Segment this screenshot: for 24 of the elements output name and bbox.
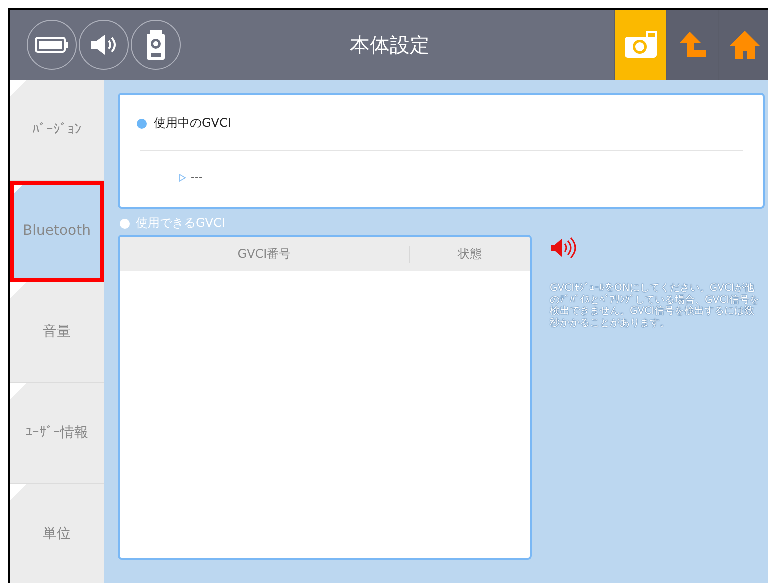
speaker-icon[interactable] (79, 20, 129, 70)
camera-icon (624, 31, 658, 59)
home-button[interactable] (718, 10, 768, 80)
sidebar-tab[interactable]: 単位 (10, 484, 104, 583)
triangle-icon (179, 174, 186, 182)
device-icon[interactable] (131, 20, 181, 70)
column-header: GVCI番号 (120, 246, 410, 262)
up-arrow-icon (678, 31, 708, 59)
gvci-value: --- (191, 171, 203, 184)
screen-title: 本体設定 (349, 32, 431, 58)
bullet-icon (120, 218, 130, 228)
home-icon (728, 30, 760, 60)
sidebar-tab[interactable]: ﾕｰｻﾞｰ情報 (10, 383, 104, 484)
bullet-icon (137, 118, 147, 128)
sidebar-tab[interactable]: 音量 (10, 282, 104, 383)
notice-text: GVCIﾓｼﾞｭｰﾙをONにしてください。GVCIが他のﾃﾞﾊﾞｲｽとﾍﾟｱﾘﾝｸﾞしている場合、GVCI信号を検出できません。GVCI信号を検出するには数秒かかることがあります。 (550, 283, 760, 329)
speaker-icon (550, 237, 578, 259)
back-button[interactable] (666, 10, 718, 80)
section-heading: 使用できるGVCI (136, 215, 226, 232)
section-heading: 使用中のGVCI (154, 115, 232, 132)
sidebar-tab[interactable]: Bluetooth (10, 181, 104, 282)
column-header: 状態 (457, 246, 483, 262)
sidebar-tab[interactable]: ﾊﾞｰｼﾞｮﾝ (10, 80, 104, 181)
battery-icon[interactable] (27, 20, 77, 70)
